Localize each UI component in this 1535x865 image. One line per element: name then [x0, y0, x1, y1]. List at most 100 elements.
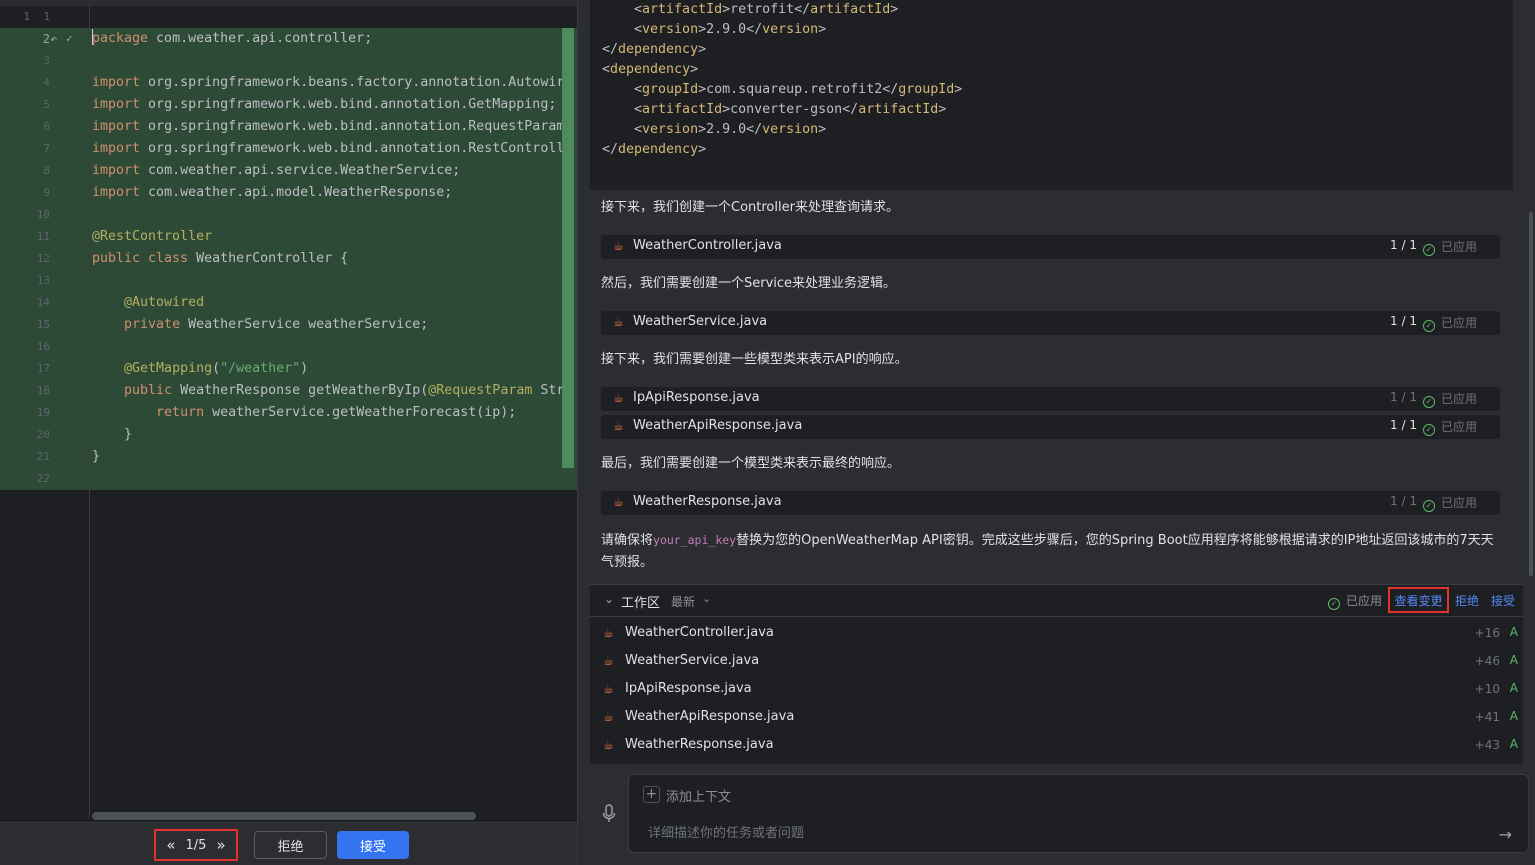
accept-diff-button[interactable]: 接受	[337, 831, 409, 859]
workspace-header: ⌄ 工作区 最新 ⌄ ✓ 已应用 查看变更 拒绝 接受	[590, 585, 1523, 617]
new-line-number: 3	[43, 54, 50, 67]
horizontal-scrollbar[interactable]	[92, 812, 476, 820]
new-line-number: 21	[36, 450, 50, 463]
chat-scrollbar[interactable]	[1529, 212, 1533, 576]
file-card-name: IpApiResponse.java	[633, 390, 760, 405]
lines-added: +41	[1474, 710, 1500, 724]
workspace-applied-status: ✓ 已应用	[1328, 592, 1382, 610]
old-line-number: 1	[23, 10, 30, 23]
plus-icon[interactable]: +	[643, 786, 660, 803]
code-line: 18 public WeatherResponse getWeatherByIp…	[0, 380, 562, 402]
xml-line: </dependency>	[602, 142, 707, 157]
code-line: 6 import org.springframework.web.bind.ann…	[0, 116, 562, 138]
check-circle-icon: ✓	[1422, 320, 1435, 332]
xml-line: <dependency>	[602, 62, 699, 77]
reject-all-button[interactable]: 拒绝	[1455, 592, 1479, 609]
workspace-file-row[interactable]: ☕ WeatherApiResponse.java +41 A	[590, 704, 1523, 732]
workspace-file-row[interactable]: ☕ WeatherController.java +16 A	[590, 620, 1523, 648]
code-line: 20 }	[0, 424, 562, 446]
code-line: 19 return weatherService.getWeatherForec…	[0, 402, 562, 424]
workspace-file-row[interactable]: ☕ IpApiResponse.java +10 A	[590, 676, 1523, 704]
chat-input-box[interactable]: + 添加上下文 详细描述你的任务或者问题 →	[628, 774, 1529, 853]
chat-message-service: 然后，我们需要创建一个Service来处理业务逻辑。	[601, 276, 897, 291]
change-flag: A	[1509, 737, 1518, 751]
file-card-count: 1 / 1	[1390, 418, 1417, 432]
code-line: 2 package com.weather.api.controller; ↶ ✓	[0, 28, 562, 50]
lines-added: +10	[1474, 682, 1500, 696]
check-circle-icon: ✓	[1328, 598, 1340, 610]
change-flag: A	[1509, 709, 1518, 723]
chevron-down-icon[interactable]: ⌄	[604, 592, 614, 606]
code-line: 14 @Autowired	[0, 292, 562, 314]
new-line-number: 1	[43, 10, 50, 23]
check-circle-icon: ✓	[1422, 424, 1435, 436]
code-text: import org.springframework.web.bind.anno…	[92, 119, 562, 134]
file-card-status: ✓ 已应用	[1422, 390, 1477, 408]
workspace-panel: ⌄ 工作区 最新 ⌄ ✓ 已应用 查看变更 拒绝 接受 ☕ WeatherCont…	[590, 584, 1523, 764]
code-line: 5 import org.springframework.web.bind.ann…	[0, 94, 562, 116]
microphone-icon[interactable]	[602, 804, 616, 824]
new-line-number: 2	[42, 32, 50, 46]
diff-action-bar: « 1/5 » 拒绝 接受	[0, 822, 577, 865]
add-context-button[interactable]: 添加上下文	[666, 786, 731, 805]
xml-line: <artifactId>retrofit</artifactId>	[602, 2, 899, 17]
code-editor[interactable]: 1 1 2 package com.weather.api.controller; ↶ ✓…	[0, 6, 577, 490]
workspace-filter[interactable]: 最新	[671, 593, 695, 610]
chevron-down-icon[interactable]: ⌄	[702, 592, 711, 605]
undo-icon[interactable]: ↶	[50, 32, 64, 46]
java-cup-icon: ☕	[603, 682, 614, 696]
chat-message-final-model: 最后，我们需要创建一个模型类来表示最终的响应。	[601, 456, 901, 471]
code-line: 9 import com.weather.api.model.WeatherRes…	[0, 182, 562, 204]
code-line: 21}	[0, 446, 562, 468]
java-cup-icon: ☕	[613, 495, 624, 509]
file-card-status: ✓ 已应用	[1422, 238, 1477, 256]
new-line-number: 17	[36, 362, 50, 375]
diff-position: 1/5	[185, 837, 207, 853]
view-changes-button[interactable]: 查看变更	[1388, 587, 1449, 613]
java-cup-icon: ☕	[603, 738, 614, 752]
xml-code-block: <artifactId>retrofit</artifactId> <versi…	[590, 0, 1513, 190]
code-text: import com.weather.api.service.WeatherSe…	[92, 163, 461, 178]
workspace-file-row[interactable]: ☕ WeatherResponse.java +43 A	[590, 732, 1523, 760]
check-circle-icon: ✓	[1422, 500, 1435, 512]
file-card[interactable]: ☕ WeatherController.java 1 / 1 ✓ 已应用	[601, 235, 1500, 259]
file-card[interactable]: ☕ WeatherService.java 1 / 1 ✓ 已应用	[601, 311, 1500, 335]
code-line: 11	[0, 6, 562, 28]
send-arrow-icon[interactable]: →	[1499, 825, 1512, 844]
inline-code: your_api_key	[653, 533, 737, 547]
new-line-number: 11	[36, 230, 50, 243]
double-chevron-right-icon[interactable]: »	[216, 836, 225, 854]
xml-line: <version>2.9.0</version>	[602, 22, 827, 37]
java-cup-icon: ☕	[603, 654, 614, 668]
change-flag: A	[1509, 625, 1518, 639]
code-text: @GetMapping("/weather")	[124, 361, 309, 376]
workspace-title[interactable]: 工作区	[621, 592, 660, 611]
new-line-number: 12	[36, 252, 50, 265]
code-text: public class WeatherController {	[92, 251, 349, 266]
file-card[interactable]: ☕ IpApiResponse.java 1 / 1 ✓ 已应用	[601, 387, 1500, 411]
double-chevron-left-icon[interactable]: «	[166, 836, 175, 854]
check-circle-icon: ✓	[1422, 244, 1435, 256]
code-line: 13	[0, 270, 562, 292]
file-card[interactable]: ☕ WeatherResponse.java 1 / 1 ✓ 已应用	[601, 491, 1500, 515]
file-card[interactable]: ☕ WeatherApiResponse.java 1 / 1 ✓ 已应用	[601, 415, 1500, 439]
java-cup-icon: ☕	[603, 626, 614, 640]
check-icon[interactable]: ✓	[66, 32, 78, 46]
code-text: @Autowired	[124, 295, 205, 310]
accept-all-button[interactable]: 接受	[1491, 592, 1515, 609]
code-line: 15 private WeatherService weatherService…	[0, 314, 562, 336]
code-text: private WeatherService weatherService;	[124, 317, 429, 332]
xml-line: <artifactId>converter-gson</artifactId>	[602, 102, 947, 117]
new-line-number: 4	[43, 76, 50, 89]
code-line: 7 import org.springframework.web.bind.ann…	[0, 138, 562, 160]
code-text: import org.springframework.beans.factory…	[92, 75, 562, 90]
new-line-number: 10	[36, 208, 50, 221]
change-marker-bar	[562, 28, 574, 468]
xml-line: <version>2.9.0</version>	[602, 122, 827, 137]
chat-input-placeholder[interactable]: 详细描述你的任务或者问题	[648, 822, 804, 841]
reject-diff-button[interactable]: 拒绝	[254, 831, 327, 859]
change-flag: A	[1509, 681, 1518, 695]
workspace-file-row[interactable]: ☕ WeatherService.java +46 A	[590, 648, 1523, 676]
diff-navigator: « 1/5 »	[154, 829, 238, 861]
code-text: }	[92, 427, 133, 442]
